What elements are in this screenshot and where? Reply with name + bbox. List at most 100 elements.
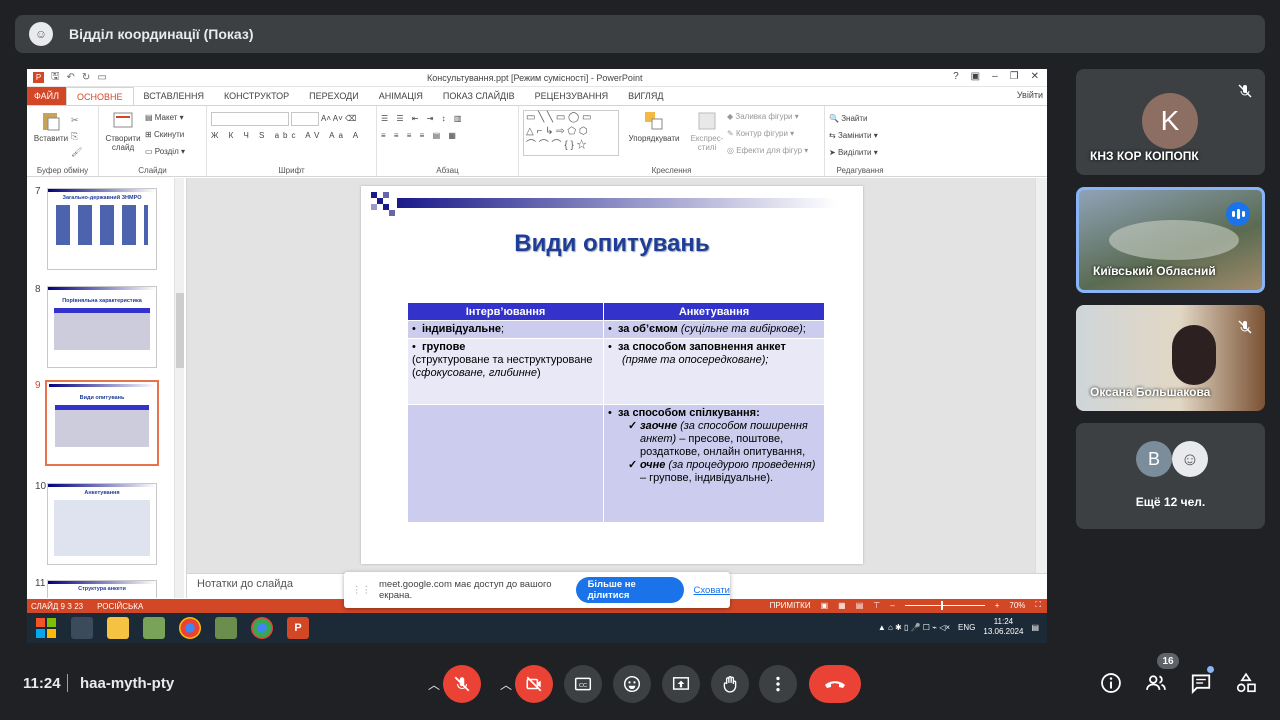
participant-tile[interactable]: Оксана Большакова	[1076, 305, 1265, 411]
tab-review[interactable]: РЕЦЕНЗУВАННЯ	[525, 87, 618, 105]
layout-button[interactable]: ▤ Макет ▾	[145, 109, 185, 126]
camera-options-chevron-icon[interactable]: ︿	[500, 676, 512, 693]
leave-call-button[interactable]	[809, 665, 861, 703]
participant-tile-speaking[interactable]: Київський Обласний	[1076, 187, 1265, 293]
thumbnail-slide-11[interactable]: Структура анкети	[47, 580, 157, 598]
notifications-icon[interactable]: ▤	[1031, 623, 1039, 632]
section-button[interactable]: ▭ Розділ ▾	[145, 143, 185, 160]
zoom-level[interactable]: 70%	[1009, 601, 1025, 610]
restore-icon[interactable]: ❐	[1010, 71, 1019, 82]
people-button[interactable]	[1143, 670, 1169, 696]
captions-icon: CC	[574, 677, 592, 691]
tab-view[interactable]: ВИГЛЯД	[618, 87, 673, 105]
stop-sharing-button[interactable]: Більше не ділитися	[575, 577, 684, 603]
table-cell	[407, 404, 604, 523]
replace-button[interactable]: ⇆ Замінити ▾	[829, 127, 891, 144]
drag-handle-icon[interactable]: ⋮⋮	[352, 585, 371, 596]
thumbnail-slide-7[interactable]: Загально-державний ЗНМРО	[47, 188, 157, 270]
more-options-button[interactable]	[759, 665, 797, 703]
reactions-button[interactable]	[613, 665, 651, 703]
windows-start-icon[interactable]	[35, 617, 57, 639]
raise-hand-button[interactable]	[711, 665, 749, 703]
powerpoint-icon: P	[33, 72, 44, 83]
meeting-details-button[interactable]	[1098, 670, 1124, 696]
tab-home[interactable]: ОСНОВНЕ	[66, 87, 134, 105]
camera-toggle-button[interactable]	[515, 665, 553, 703]
more-participants-tile[interactable]: В ☺ Ещё 12 чел.	[1076, 423, 1265, 529]
tab-design[interactable]: КОНСТРУКТОР	[214, 87, 299, 105]
camera-off-icon	[526, 676, 542, 692]
mic-off-icon	[1238, 84, 1252, 98]
close-icon[interactable]: ✕	[1031, 71, 1039, 82]
new-slide-button[interactable]: Створити слайд	[103, 110, 143, 152]
paste-button[interactable]: Вставити	[31, 110, 71, 143]
present-screen-button[interactable]	[662, 665, 700, 703]
shapes-gallery[interactable]: ▭ ╲ ╲ ▭ ◯ ▭ △ ⌐ ↳ ⇨ ⬠ ⬡ ⌒ ⌒ ⌒ { } ☆	[523, 110, 619, 156]
windows-taskbar: P ▲ ⌂ ✱ ▯ 🎤 ☐ ⌁ ◁× ENG 11:24 13.06.2024 …	[27, 613, 1047, 643]
input-language[interactable]: ENG	[958, 623, 975, 632]
system-tray: ▲ ⌂ ✱ ▯ 🎤 ☐ ⌁ ◁× ENG 11:24 13.06.2024 ▤	[878, 617, 1039, 637]
powerpoint-taskbar-icon[interactable]: P	[287, 617, 309, 639]
quick-styles-button[interactable]: Експрес-стилі	[687, 110, 727, 152]
mic-options-chevron-icon[interactable]: ︿	[428, 676, 440, 693]
fit-slide-icon[interactable]: ⛶	[1035, 600, 1041, 610]
system-clock[interactable]: 11:24 13.06.2024	[983, 617, 1023, 637]
image-viewer-icon[interactable]	[215, 617, 237, 639]
thumbnail-slide-9[interactable]: Види опитувань	[45, 380, 159, 466]
font-name-field[interactable]	[211, 111, 289, 126]
arrange-button[interactable]: Упорядкувати	[623, 110, 685, 143]
meeting-code[interactable]: haa-myth-pty	[80, 675, 174, 692]
tab-animation[interactable]: АНІМАЦІЯ	[369, 87, 433, 105]
reading-view-icon[interactable]: ▤	[856, 601, 864, 610]
normal-view-icon[interactable]: ▣	[821, 601, 829, 610]
ribbon-options-icon[interactable]: ▣	[971, 71, 980, 82]
thumbnails-scrollbar[interactable]	[174, 178, 184, 598]
hide-link[interactable]: Сховати	[694, 585, 730, 596]
editor-scrollbar[interactable]	[1035, 178, 1047, 573]
zoom-slider[interactable]	[904, 600, 985, 610]
signin-link[interactable]: Увійти	[1017, 90, 1043, 100]
slide-counter: СЛАЙД 9 З 23	[31, 601, 84, 611]
captions-button[interactable]: CC	[564, 665, 602, 703]
font-group: A˄ A˅ ⌫ Ж К Ч S abc AV Aa A Шрифт	[207, 106, 377, 176]
thumbnail-slide-10[interactable]: Анкетування	[47, 483, 157, 565]
chat-button[interactable]	[1188, 670, 1214, 696]
sorter-view-icon[interactable]: ▦	[838, 601, 846, 610]
language-indicator[interactable]: РОСІЙСЬКА	[97, 602, 143, 611]
find-button[interactable]: 🔍 Знайти	[829, 110, 891, 127]
file-explorer-icon[interactable]	[107, 617, 129, 639]
activities-button[interactable]	[1233, 670, 1259, 696]
divider	[67, 674, 68, 692]
thumbnail-slide-8[interactable]: Порівняльна характеристика	[47, 286, 157, 368]
photos-icon[interactable]	[143, 617, 165, 639]
tab-file[interactable]: ФАЙЛ	[27, 87, 67, 105]
mic-toggle-button[interactable]	[443, 665, 481, 703]
participant-tile[interactable]: K КНЗ КОР КОІПОПК	[1076, 69, 1265, 175]
font-size-field[interactable]	[291, 111, 320, 126]
tab-insert[interactable]: ВСТАВЛЕННЯ	[134, 87, 214, 105]
save-icon[interactable]: 🖫	[51, 69, 60, 86]
select-button[interactable]: ➤ Виділити ▾	[829, 144, 891, 161]
shape-fill-button[interactable]: ◆ Заливка фігури ▾	[727, 108, 808, 125]
task-view-icon[interactable]	[71, 617, 93, 639]
chrome-icon[interactable]	[251, 617, 273, 639]
undo-icon[interactable]: ↶	[67, 72, 75, 83]
share-notice-text: meet.google.com має доступ до вашого екр…	[379, 579, 552, 601]
current-slide[interactable]: Види опитувань Інтерв’ювання Анкетування…	[361, 186, 863, 564]
tray-icons[interactable]: ▲ ⌂ ✱ ▯ 🎤 ☐ ⌁ ◁×	[878, 623, 950, 632]
reset-button[interactable]: ⊞ Скинути	[145, 126, 185, 143]
shape-outline-button[interactable]: ✎ Контур фігури ▾	[727, 125, 808, 142]
tab-slideshow[interactable]: ПОКАЗ СЛАЙДІВ	[433, 87, 525, 105]
minimize-icon[interactable]: –	[992, 71, 998, 82]
slideshow-icon[interactable]: ▭	[97, 72, 106, 83]
table-cell: • групове (структуроване та неструктуров…	[407, 338, 604, 405]
shape-effects-button[interactable]: ◎ Ефекти для фігур ▾	[727, 142, 808, 159]
slideshow-view-icon[interactable]: ⊤	[873, 601, 880, 610]
comments-button[interactable]: ПРИМІТКИ	[770, 601, 811, 610]
tab-transitions[interactable]: ПЕРЕХОДИ	[299, 87, 369, 105]
redo-icon[interactable]: ↻	[82, 72, 90, 83]
meet-control-bar: 11:24 haa-myth-pty ︿ ︿ CC 16	[0, 650, 1280, 720]
help-icon[interactable]: ?	[953, 71, 959, 82]
clipboard-group: Вставити ✂ ⎘ 🖌 Буфер обміну	[27, 106, 99, 176]
chrome-icon[interactable]	[179, 617, 201, 639]
